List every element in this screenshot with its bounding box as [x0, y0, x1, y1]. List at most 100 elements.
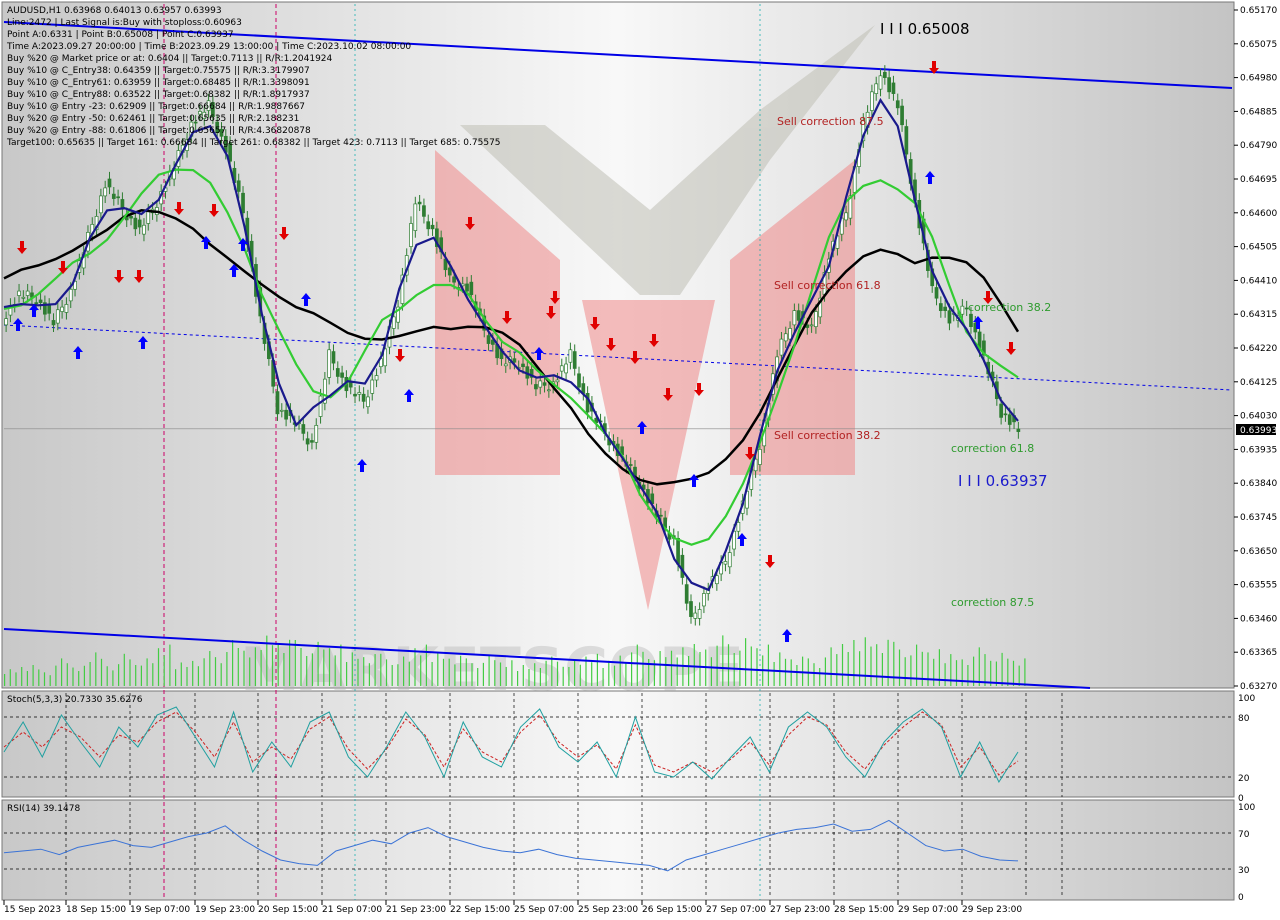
time-tick-label: 22 Sep 15:00 — [450, 905, 510, 915]
stoch-label: Stoch(5,3,3) 20.7330 35.6276 — [7, 695, 143, 705]
volume-bar — [289, 639, 291, 686]
volume-bar — [448, 658, 450, 686]
stoch-tick-label: 100 — [1238, 694, 1255, 704]
volume-bar — [363, 657, 365, 686]
point-b-label: I I I 0.65008 — [880, 20, 970, 38]
volume-bar — [391, 665, 393, 686]
time-tick-label: 29 Sep 23:00 — [962, 905, 1022, 915]
candle-body — [486, 335, 491, 344]
candle-body — [21, 296, 26, 299]
price-tick-label: 0.64505 — [1240, 243, 1277, 253]
candle-body — [796, 310, 801, 321]
volume-bar — [385, 659, 388, 686]
correction-875-label: correction 87.5 — [951, 596, 1034, 609]
candle-body — [47, 304, 52, 314]
sell-correction-382-label: Sell correction 38.2 — [774, 429, 881, 442]
volume-bar — [967, 665, 969, 686]
volume-bar — [619, 655, 621, 686]
candle-body — [870, 91, 874, 111]
volume-bar — [824, 657, 826, 686]
volume-bar — [346, 662, 348, 686]
candle-body — [422, 205, 426, 217]
candle-body — [236, 180, 241, 192]
volume-bar — [61, 658, 63, 686]
candle-body — [714, 575, 719, 585]
info-line: Buy %10 @ C_Entry61: 0.63959 || Target:0… — [7, 78, 310, 88]
candle-body — [882, 71, 887, 78]
candle-body — [314, 425, 319, 443]
volume-bar — [135, 665, 137, 686]
volume-bar — [249, 657, 251, 686]
candle-body — [103, 187, 108, 197]
price-tick-label: 0.63365 — [1240, 648, 1277, 658]
volume-bar — [642, 651, 644, 686]
info-line: Buy %10 @ C_Entry88: 0.63522 || Target:0… — [7, 90, 310, 100]
volume-bar — [106, 666, 108, 686]
candle-body — [68, 288, 73, 302]
volume-bar — [203, 658, 205, 686]
candle-body — [689, 601, 693, 617]
price-tick-label: 0.64980 — [1240, 74, 1277, 84]
candle-body — [133, 217, 138, 230]
info-line: Point A:0.6331 | Point B:0.65008 | Point… — [7, 30, 234, 40]
candle-body — [887, 77, 891, 93]
candle-body — [1016, 428, 1021, 432]
volume-bar — [157, 648, 160, 686]
volume-bar — [163, 655, 165, 686]
time-tick-label: 27 Sep 23:00 — [770, 905, 830, 915]
volume-bar — [927, 652, 929, 686]
price-tick-label: 0.64220 — [1240, 344, 1277, 354]
candle-body — [503, 363, 508, 367]
sell-correction-618-label: Sell correction 61.8 — [774, 279, 881, 292]
volume-bar — [756, 648, 758, 686]
volume-bar — [859, 651, 861, 686]
volume-bar — [819, 668, 821, 686]
candle-body — [279, 409, 284, 412]
volume-bar — [226, 652, 228, 686]
time-tick-label: 15 Sep 2023 — [4, 905, 61, 915]
volume-bar — [123, 653, 125, 686]
volume-bar — [49, 675, 51, 686]
candle-body — [357, 392, 362, 395]
info-line: Buy %20 @ Entry -50: 0.62461 || Target:0… — [7, 114, 299, 124]
volume-bar — [881, 653, 883, 686]
candle-body — [99, 195, 103, 214]
volume-bar — [368, 663, 370, 686]
last-price-label: 0.63993 — [1240, 426, 1277, 436]
candle-body — [137, 219, 142, 228]
candle-body — [64, 304, 69, 313]
price-tick-label: 0.64410 — [1240, 276, 1277, 286]
volume-bar — [568, 666, 570, 686]
price-tick-label: 0.63270 — [1240, 682, 1277, 692]
volume-bar — [43, 672, 46, 686]
candle-body — [788, 328, 792, 340]
candle-body — [413, 203, 418, 231]
volume-bar — [494, 660, 496, 686]
candle-body — [452, 276, 456, 283]
volume-bar — [175, 669, 177, 686]
volume-bar — [984, 654, 986, 686]
candle-body — [340, 372, 344, 378]
volume-bar — [425, 644, 427, 686]
volume-bar — [311, 653, 313, 686]
rsi-tick-label: 70 — [1238, 830, 1250, 840]
candle-body — [146, 210, 151, 224]
candle-body — [310, 440, 314, 443]
candle-body — [555, 379, 560, 383]
candle-body — [900, 105, 904, 126]
price-tick-label: 0.64315 — [1240, 310, 1277, 320]
candle-body — [809, 324, 814, 327]
time-tick-label: 28 Sep 15:00 — [834, 905, 894, 915]
volume-bar — [186, 666, 188, 686]
stoch-tick-label: 80 — [1238, 714, 1250, 724]
volume-bar — [271, 645, 274, 686]
volume-bar — [89, 662, 91, 686]
volume-bar — [214, 657, 217, 686]
candle-body — [142, 224, 146, 235]
candle-body — [318, 395, 323, 417]
volume-bar — [129, 659, 131, 686]
volume-bar — [146, 658, 148, 686]
volume-bar — [140, 665, 142, 686]
candle-body — [25, 290, 30, 296]
volume-bar — [596, 653, 598, 686]
